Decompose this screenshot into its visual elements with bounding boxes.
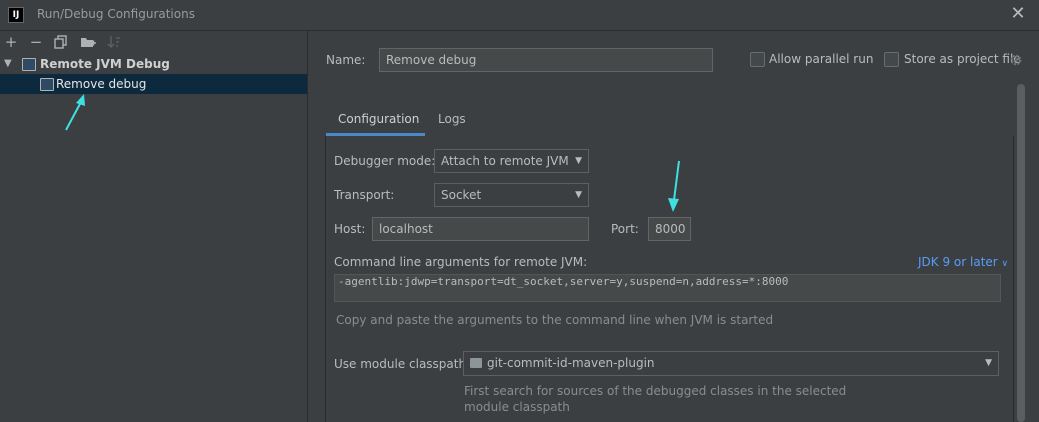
- tree-group-remote-jvm-debug[interactable]: ▼ Remote JVM Debug: [0, 55, 307, 74]
- intellij-app-icon: IJ: [8, 7, 24, 23]
- sort-icon: [106, 33, 122, 51]
- port-label: Port:: [611, 222, 639, 236]
- cmd-args-value: -agentlib:jdwp=transport=dt_socket,serve…: [338, 275, 789, 288]
- add-icon[interactable]: +: [3, 33, 19, 51]
- copy-icon[interactable]: [53, 33, 69, 51]
- remove-icon[interactable]: −: [28, 33, 44, 51]
- transport-select[interactable]: Socket ▼: [434, 183, 589, 207]
- annotation-arrow: [65, 94, 85, 131]
- dropdown-arrow-icon: ▼: [575, 190, 582, 200]
- dropdown-arrow-icon: ▼: [985, 358, 992, 368]
- annotation-arrow: [668, 160, 680, 212]
- cmd-args-label: Command line arguments for remote JVM:: [334, 255, 588, 269]
- remote-debug-icon: [22, 58, 36, 71]
- close-icon: ✕: [1010, 3, 1026, 24]
- store-as-project-file-checkbox[interactable]: [884, 52, 899, 67]
- module-classpath-value: git-commit-id-maven-plugin: [487, 356, 655, 370]
- cmd-args-hint: Copy and paste the arguments to the comm…: [336, 313, 774, 327]
- folder-add-icon[interactable]: [80, 33, 96, 51]
- debugger-mode-label: Debugger mode:: [334, 154, 436, 168]
- window-title: Run/Debug Configurations: [37, 7, 195, 21]
- chevron-down-icon: ∨: [1001, 259, 1009, 269]
- tree-group-label: Remote JVM Debug: [40, 57, 170, 71]
- cmd-args-field[interactable]: -agentlib:jdwp=transport=dt_socket,serve…: [334, 274, 1001, 302]
- port-field[interactable]: 8000: [648, 217, 691, 241]
- remote-debug-icon: [40, 78, 54, 91]
- tab-configuration[interactable]: Configuration: [338, 112, 419, 126]
- transport-label: Transport:: [334, 188, 395, 202]
- dropdown-arrow-icon: ▼: [575, 156, 582, 166]
- chevron-down-icon[interactable]: ▼: [4, 58, 12, 69]
- module-icon: [470, 358, 482, 368]
- tree-item-label: Remove debug: [56, 77, 147, 91]
- jdk-version-link[interactable]: JDK 9 or later ∨: [918, 255, 1008, 269]
- tree-item-remove-debug[interactable]: Remove debug: [0, 74, 307, 94]
- host-label: Host:: [334, 222, 366, 236]
- allow-parallel-run-checkbox[interactable]: [750, 52, 765, 67]
- store-as-project-file-label: Store as project file: [904, 52, 1021, 66]
- close-button[interactable]: ✕: [1007, 3, 1029, 25]
- debugger-mode-select[interactable]: Attach to remote JVM ▼: [434, 149, 589, 173]
- module-classpath-label: Use module classpath:: [334, 357, 471, 371]
- allow-parallel-run-label: Allow parallel run: [769, 52, 874, 66]
- gear-icon[interactable]: [1009, 53, 1023, 67]
- tab-logs[interactable]: Logs: [438, 112, 466, 126]
- name-field[interactable]: Remove debug: [379, 48, 713, 72]
- debugger-mode-value: Attach to remote JVM: [441, 154, 569, 168]
- vertical-scrollbar[interactable]: [1017, 84, 1025, 422]
- jdk-version-link-text: JDK 9 or later: [918, 255, 998, 269]
- module-classpath-select[interactable]: git-commit-id-maven-plugin ▼: [463, 351, 999, 376]
- module-hint-line1: First search for sources of the debugged…: [464, 384, 847, 398]
- tree-toolbar: + −: [0, 31, 307, 53]
- transport-value: Socket: [441, 188, 482, 202]
- module-hint-line2: module classpath: [464, 400, 570, 414]
- host-field[interactable]: localhost: [372, 217, 589, 241]
- name-label: Name:: [326, 53, 366, 67]
